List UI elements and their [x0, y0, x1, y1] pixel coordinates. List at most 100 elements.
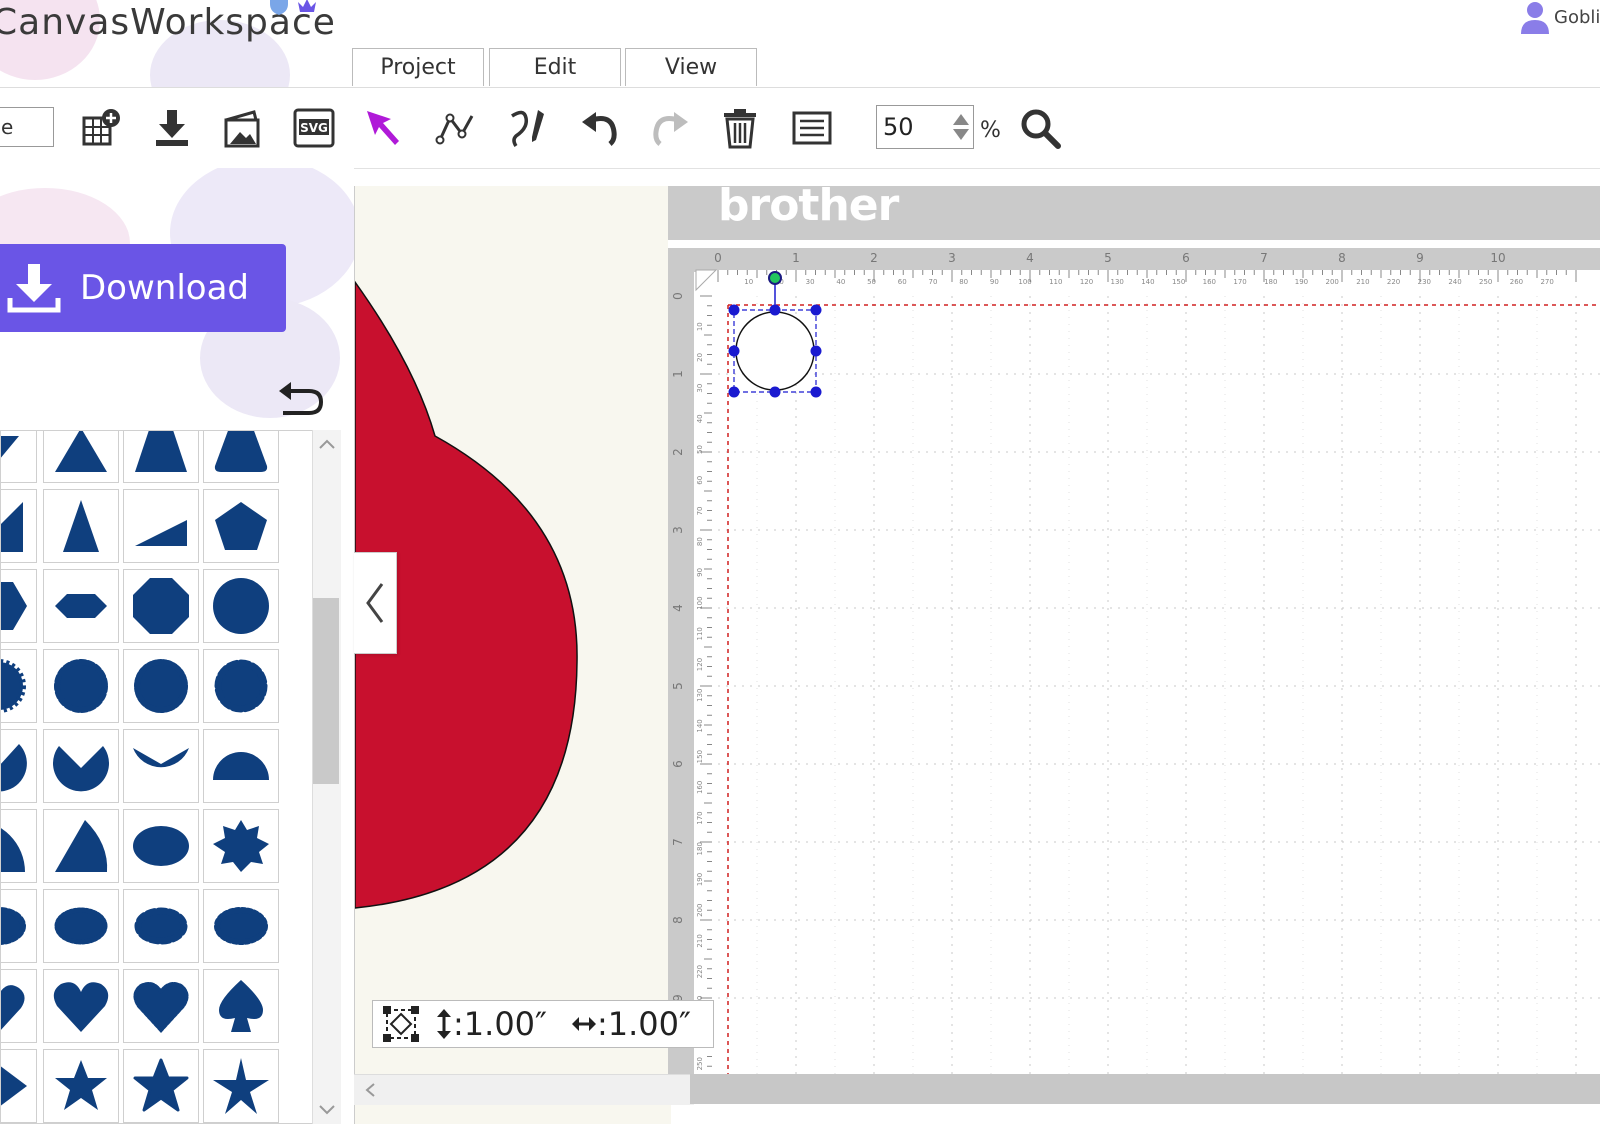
shape-cell-tall-triangle[interactable] — [43, 489, 119, 563]
resize-handle[interactable] — [810, 386, 822, 398]
image-trace-button[interactable] — [218, 104, 266, 152]
user-avatar-icon — [1521, 2, 1549, 34]
shape-cell-quarter-round[interactable] — [1, 809, 37, 883]
shape-cell-rounded-star[interactable] — [123, 1049, 199, 1123]
chevron-circle-shape-icon — [133, 748, 189, 768]
shape-cell-rounded-trapezoid[interactable] — [203, 431, 279, 483]
download-icon — [7, 264, 61, 313]
redo-button[interactable] — [646, 104, 694, 152]
ellipse-shape-icon — [133, 826, 189, 866]
shape-cell-heart-tilted[interactable] — [1, 969, 37, 1043]
shape-cell-semicircle[interactable] — [203, 729, 279, 803]
rotate-handle[interactable] — [768, 271, 782, 285]
tab-label: View — [664, 55, 718, 80]
selected-circle-object — [735, 311, 815, 391]
select-tool-button[interactable] — [360, 104, 408, 152]
new-grid-button[interactable] — [76, 104, 124, 152]
download-button[interactable]: Download — [0, 244, 286, 332]
svg-import-button[interactable]: SVG — [290, 104, 338, 152]
shape-cell-scallop-heart[interactable] — [123, 969, 199, 1043]
shape-cell-pie-quarter[interactable] — [1, 729, 37, 803]
scroll-left-icon[interactable] — [358, 1075, 382, 1105]
ruler-label: 190 — [1295, 278, 1308, 286]
user-account[interactable]: Gobli — [1520, 0, 1600, 34]
shape-cell-pacman[interactable] — [43, 729, 119, 803]
delete-button[interactable] — [716, 104, 764, 152]
shape-cell-wavy-oval[interactable] — [203, 889, 279, 963]
right-triangle-shape-icon — [1, 502, 23, 552]
undo-button[interactable] — [576, 104, 624, 152]
panel-back-button[interactable] — [274, 376, 326, 422]
mat-header: brother — [668, 180, 1600, 240]
import-button[interactable] — [148, 104, 196, 152]
ruler-label: 260 — [1510, 278, 1523, 286]
shape-cell-flat-triangle[interactable] — [123, 489, 199, 563]
tab-label: Edit — [533, 55, 577, 80]
shape-cell-heart[interactable] — [43, 969, 119, 1043]
resize-handle[interactable] — [728, 386, 740, 398]
import-icon — [156, 110, 188, 146]
shape-cell-curved-triangle[interactable] — [43, 809, 119, 883]
resize-handle[interactable] — [728, 345, 740, 357]
shape-cell-octagon[interactable] — [123, 569, 199, 643]
shape-cell-trapezoid[interactable] — [123, 431, 199, 483]
zoom-button[interactable] — [1016, 104, 1064, 152]
resize-box-icon — [383, 1006, 419, 1042]
ruler-label: 8 — [1338, 251, 1346, 265]
chevron-left-icon — [366, 583, 384, 623]
scroll-up-icon[interactable] — [314, 432, 340, 456]
project-name-input[interactable] — [0, 107, 54, 147]
resize-handle[interactable] — [810, 304, 822, 316]
ruler-label: 140 — [1141, 278, 1154, 286]
zoom-stepper[interactable]: 50 — [876, 105, 974, 149]
tab-view[interactable]: View — [625, 48, 757, 86]
shape-cell-flat-hexagon[interactable] — [43, 569, 119, 643]
tab-project[interactable]: Project — [352, 48, 484, 86]
star-shape-icon — [55, 1060, 107, 1110]
tab-edit[interactable]: Edit — [489, 48, 621, 86]
shape-cell-scallop-circle[interactable] — [43, 649, 119, 723]
shape-cell-hexagon[interactable] — [1, 569, 37, 643]
zoom-spin-buttons[interactable] — [949, 106, 973, 148]
horizontal-scrollbar[interactable] — [354, 1074, 694, 1105]
shape-cell-triangle[interactable] — [43, 431, 119, 483]
scroll-down-icon[interactable] — [314, 1098, 340, 1122]
spin-up-icon[interactable] — [951, 111, 971, 127]
ruler-label: 90 — [990, 278, 999, 286]
shape-cell-diamond-arrow[interactable] — [1, 1049, 37, 1123]
shape-cell-flower-oval[interactable] — [123, 889, 199, 963]
resize-handle[interactable] — [769, 304, 781, 316]
shape-cell-wedge[interactable] — [1, 431, 37, 483]
draw-button[interactable] — [504, 104, 552, 152]
spin-down-icon[interactable] — [951, 127, 971, 143]
scroll-thumb[interactable] — [313, 598, 339, 784]
width-value: :1.00″ — [596, 1005, 691, 1043]
align-menu-button[interactable] — [788, 104, 836, 152]
resize-handle[interactable] — [728, 304, 740, 316]
ruler-label: 60 — [696, 476, 704, 485]
ruler-label: 6 — [1182, 251, 1190, 265]
shape-cell-ellipse[interactable] — [123, 809, 199, 883]
ruler-label: 120 — [696, 658, 704, 671]
zoom-value[interactable]: 50 — [877, 113, 949, 141]
shape-cell-pentagon[interactable] — [203, 489, 279, 563]
shape-cell-scallop-oval-fine[interactable] — [43, 889, 119, 963]
app-header: CanvasWorkspace Gobli Project Edit View — [0, 0, 1600, 88]
collapse-panel-button[interactable] — [354, 552, 397, 654]
shape-cell-spade[interactable] — [203, 969, 279, 1043]
ruler-label: 150 — [1172, 278, 1185, 286]
shape-cell-right-triangle[interactable] — [1, 489, 37, 563]
resize-handle[interactable] — [810, 345, 822, 357]
shape-cell-chevron-circle[interactable] — [123, 729, 199, 803]
shape-cell-starburst[interactable] — [1, 649, 37, 723]
shape-cell-scallop-circle-fine[interactable] — [123, 649, 199, 723]
shape-cell-circle[interactable] — [203, 569, 279, 643]
shape-cell-flower[interactable] — [203, 649, 279, 723]
shape-cell-scallop-oval[interactable] — [1, 889, 37, 963]
shape-cell-seal[interactable] — [203, 809, 279, 883]
shape-cell-star[interactable] — [43, 1049, 119, 1123]
horizontal-scroll-thumb[interactable] — [690, 1074, 1600, 1104]
node-edit-button[interactable] — [432, 104, 480, 152]
resize-handle[interactable] — [769, 386, 781, 398]
shape-cell-thin-star[interactable] — [203, 1049, 279, 1123]
